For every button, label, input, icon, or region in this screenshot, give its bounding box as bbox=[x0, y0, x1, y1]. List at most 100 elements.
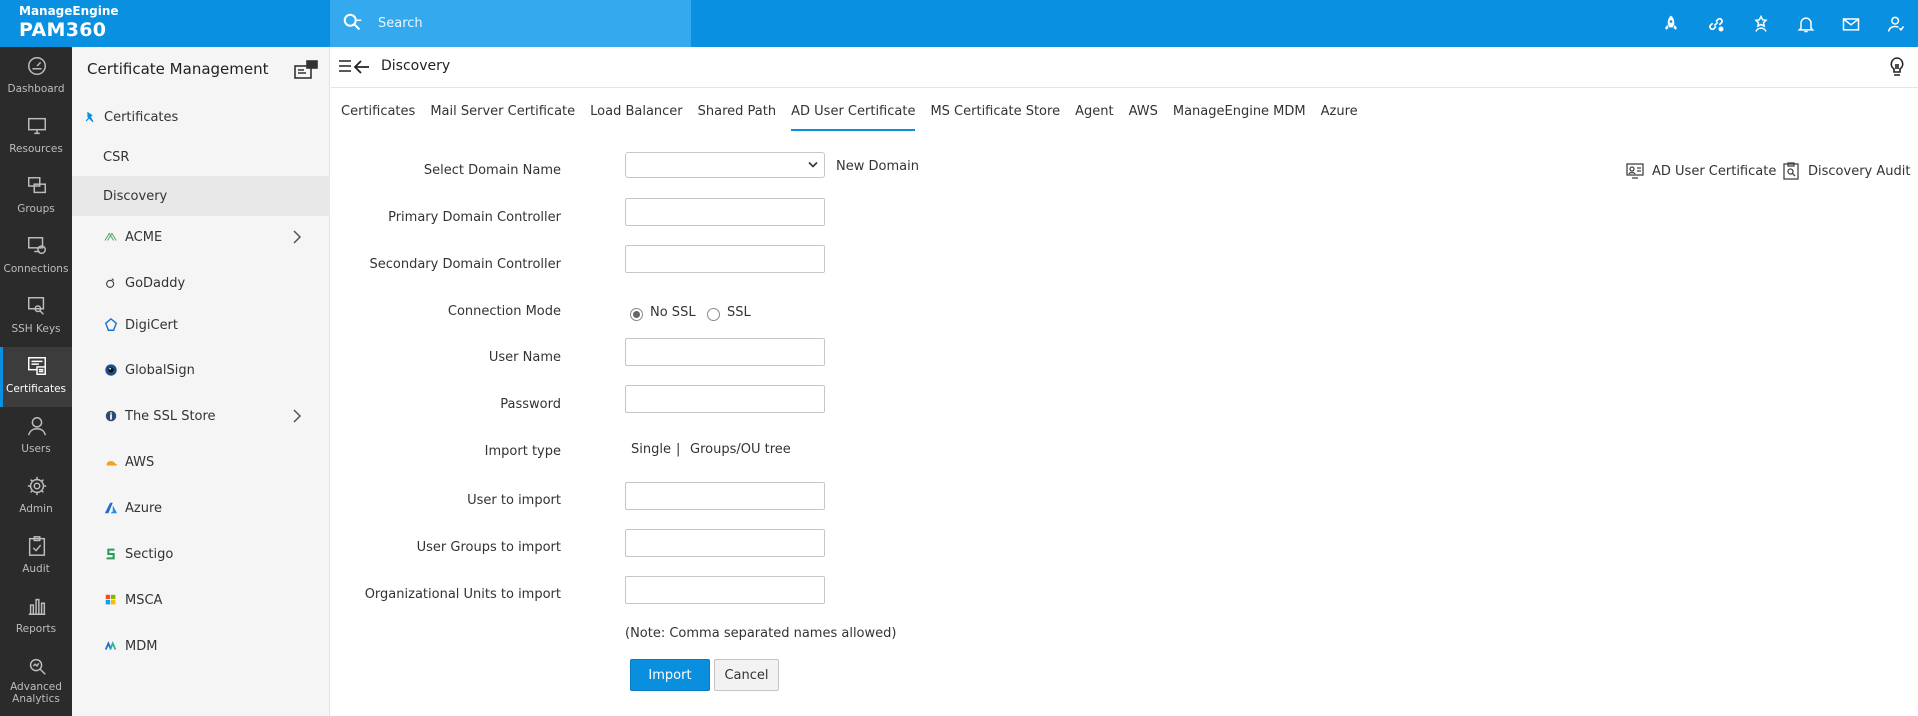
mail-icon[interactable] bbox=[1828, 0, 1873, 47]
no-ssl-label: No SSL bbox=[650, 305, 696, 320]
tab-certificates[interactable]: Certificates bbox=[341, 102, 415, 132]
tab-load-balancer[interactable]: Load Balancer bbox=[590, 102, 683, 132]
tab-aws[interactable]: AWS bbox=[1129, 102, 1158, 132]
analytics-icon bbox=[29, 658, 46, 675]
rail-label: Groups bbox=[17, 203, 55, 215]
ssh-key-icon bbox=[28, 297, 45, 315]
sidebar-item-azure[interactable]: Azure bbox=[72, 488, 330, 528]
user-icon[interactable] bbox=[1873, 0, 1918, 47]
sidebar-item-sectigo[interactable]: Sectigo bbox=[72, 534, 330, 574]
import-groups-option[interactable]: Groups/OU tree bbox=[690, 442, 791, 457]
bell-icon[interactable] bbox=[1783, 0, 1828, 47]
rail-item-certificates[interactable]: Certificates bbox=[0, 347, 72, 407]
star-person-icon[interactable] bbox=[1738, 0, 1783, 47]
top-bar: ManageEngine PAM360 bbox=[0, 0, 1918, 47]
brand-logo[interactable]: ManageEngine PAM360 bbox=[0, 0, 330, 47]
tab-azure[interactable]: Azure bbox=[1321, 102, 1358, 132]
sectigo-icon bbox=[103, 546, 119, 562]
ou-import-label: Organizational Units to import bbox=[364, 587, 561, 602]
sidebar-item-csr[interactable]: CSR bbox=[72, 137, 330, 177]
new-domain-link[interactable]: New Domain bbox=[836, 159, 919, 174]
rail-item-reports[interactable]: Reports bbox=[0, 587, 72, 647]
back-arrow-icon[interactable] bbox=[353, 58, 371, 76]
sidebar-item-aws[interactable]: AWS bbox=[72, 442, 330, 482]
rail-label: Dashboard bbox=[7, 83, 65, 95]
domain-select[interactable] bbox=[625, 152, 825, 178]
secondary-dc-label: Secondary Domain Controller bbox=[369, 257, 561, 272]
tab-ms-certificate-store[interactable]: MS Certificate Store bbox=[930, 102, 1060, 132]
tab-manageengine-mdm[interactable]: ManageEngine MDM bbox=[1173, 102, 1306, 132]
tab-agent[interactable]: Agent bbox=[1075, 102, 1113, 132]
rail-item-ssh-keys[interactable]: SSH Keys bbox=[0, 287, 72, 347]
sidebar-title: Certificate Management bbox=[87, 60, 269, 78]
top-icon-bar bbox=[1648, 0, 1918, 47]
rocket-icon[interactable] bbox=[1648, 0, 1693, 47]
rail-item-dashboard[interactable]: Dashboard bbox=[0, 47, 72, 107]
link-settings-icon[interactable] bbox=[1693, 0, 1738, 47]
search-icon[interactable] bbox=[342, 12, 364, 34]
rail-item-users[interactable]: Users bbox=[0, 407, 72, 467]
msca-icon bbox=[103, 592, 119, 608]
page-title: Discovery bbox=[381, 58, 451, 74]
sidebar-item-globalsign[interactable]: GlobalSign bbox=[72, 350, 330, 390]
sidebar-item-godaddy[interactable]: GoDaddy bbox=[72, 263, 330, 303]
dashboard-icon bbox=[28, 57, 46, 75]
secondary-dc-input[interactable] bbox=[625, 245, 825, 273]
digicert-icon bbox=[103, 317, 119, 333]
password-label: Password bbox=[500, 397, 561, 412]
ad-user-certificate-link[interactable]: AD User Certificate bbox=[1626, 162, 1776, 180]
rail-label: Certificates bbox=[5, 383, 66, 395]
rail-item-resources[interactable]: Resources bbox=[0, 107, 72, 167]
chevron-right-icon[interactable] bbox=[292, 408, 302, 424]
connection-mode-label: Connection Mode bbox=[447, 304, 561, 319]
certificate-icon bbox=[28, 357, 46, 375]
note-text: (Note: Comma separated names allowed) bbox=[625, 626, 897, 641]
discovery-audit-link[interactable]: Discovery Audit bbox=[1782, 162, 1910, 180]
ssl-radio[interactable] bbox=[707, 308, 720, 321]
rail-item-advanced-analytics[interactable]: Advanced Analytics bbox=[0, 647, 72, 716]
search-input[interactable] bbox=[378, 10, 668, 36]
primary-dc-input[interactable] bbox=[625, 198, 825, 226]
sidebar-item-discovery[interactable]: Discovery bbox=[72, 176, 330, 216]
import-single-option[interactable]: Single bbox=[631, 442, 671, 457]
user-import-input[interactable] bbox=[625, 482, 825, 510]
chevron-down-icon bbox=[808, 161, 818, 168]
groups-import-input[interactable] bbox=[625, 529, 825, 557]
acme-icon bbox=[103, 229, 119, 245]
sidebar-item-msca[interactable]: MSCA bbox=[72, 580, 330, 620]
rail-label: Audit bbox=[22, 563, 50, 575]
chevron-right-icon[interactable] bbox=[292, 229, 302, 245]
rail-item-audit[interactable]: Audit bbox=[0, 527, 72, 587]
monitor-icon bbox=[28, 117, 46, 135]
menu-icon[interactable] bbox=[338, 59, 352, 73]
main-content: Discovery Certificates Mail Server Certi… bbox=[331, 47, 1918, 716]
password-input[interactable] bbox=[625, 385, 825, 413]
certificate-sidebar: Certificate Management Certificates CSR … bbox=[72, 47, 330, 716]
sidebar-item-digicert[interactable]: DigiCert bbox=[72, 305, 330, 345]
rail-item-groups[interactable]: Groups bbox=[0, 167, 72, 227]
no-ssl-radio[interactable] bbox=[630, 308, 643, 321]
ad-user-certificate-icon bbox=[1626, 163, 1644, 179]
import-separator: | bbox=[676, 442, 681, 457]
import-button[interactable]: Import bbox=[630, 659, 710, 691]
discovery-audit-icon bbox=[1783, 162, 1799, 180]
sidebar-item-certificates[interactable]: Certificates bbox=[72, 97, 330, 137]
tab-mail-server-certificate[interactable]: Mail Server Certificate bbox=[430, 102, 575, 132]
tab-ad-user-certificate[interactable]: AD User Certificate bbox=[791, 102, 916, 132]
certificate-chat-icon[interactable] bbox=[294, 60, 318, 80]
cancel-button[interactable]: Cancel bbox=[714, 659, 779, 691]
rail-label: Advanced Analytics bbox=[10, 681, 62, 705]
sidebar-item-acme[interactable]: ACME bbox=[72, 217, 330, 257]
rail-item-admin[interactable]: Admin bbox=[0, 467, 72, 527]
godaddy-icon bbox=[103, 275, 119, 291]
username-input[interactable] bbox=[625, 338, 825, 366]
tab-shared-path[interactable]: Shared Path bbox=[698, 102, 776, 132]
groups-import-label: User Groups to import bbox=[416, 540, 561, 555]
ou-import-input[interactable] bbox=[625, 576, 825, 604]
rail-item-connections[interactable]: Connections bbox=[0, 227, 72, 287]
user-icon bbox=[28, 417, 46, 436]
brand-company: ManageEngine bbox=[19, 4, 119, 18]
sidebar-item-ssl-store[interactable]: The SSL Store bbox=[72, 396, 330, 436]
lightbulb-icon[interactable] bbox=[1888, 56, 1906, 78]
sidebar-item-mdm[interactable]: MDM bbox=[72, 626, 330, 666]
